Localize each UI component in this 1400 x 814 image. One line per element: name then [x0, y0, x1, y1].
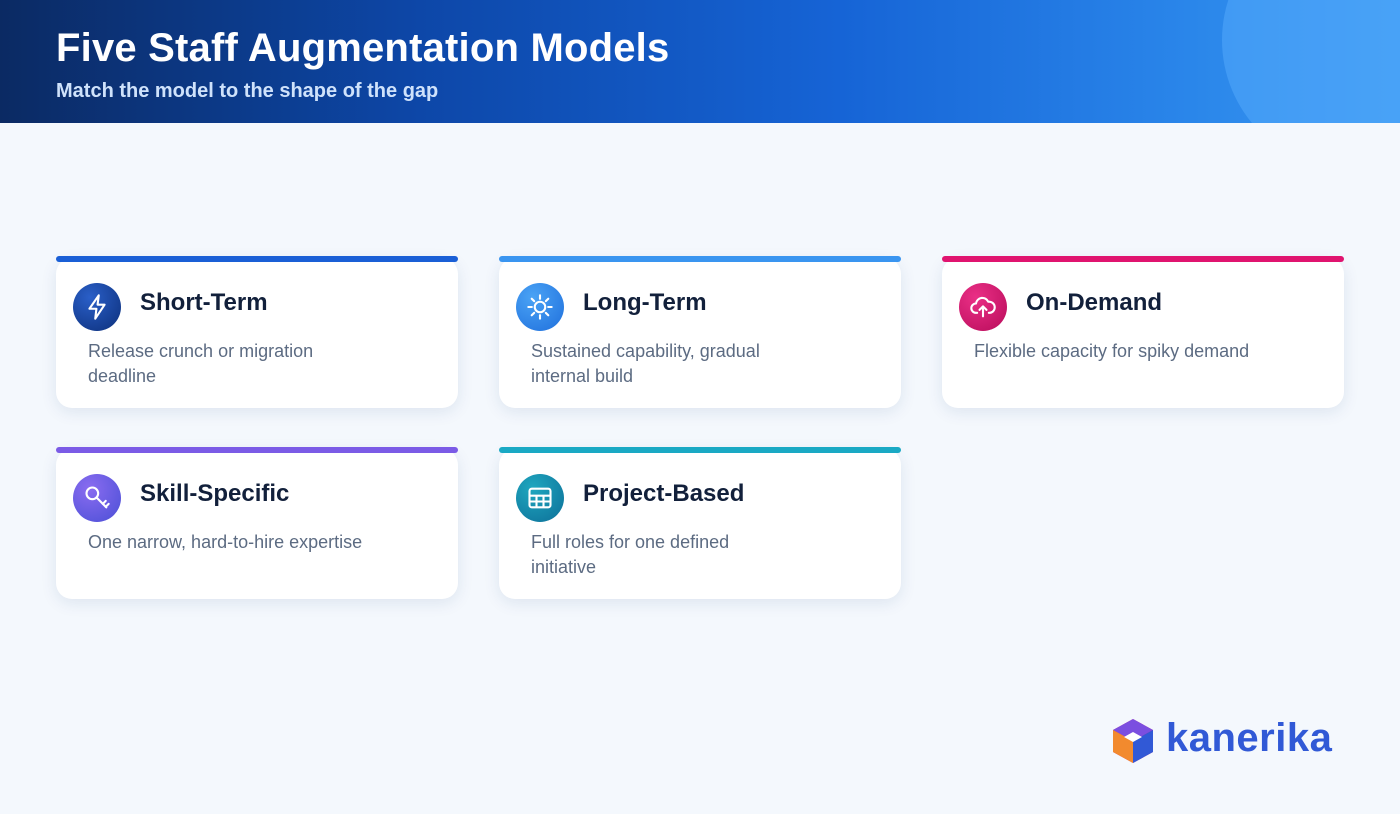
page-title: Five Staff Augmentation Models [56, 26, 670, 70]
model-card-short-term: Short-Term Release crunch or migration d… [56, 256, 458, 408]
cloud-upload-icon [959, 283, 1007, 331]
model-card-long-term: Long-Term Sustained capability, gradual … [499, 256, 901, 408]
card-title: Short-Term [140, 289, 268, 316]
kanerika-logo: kanerika [1108, 714, 1348, 768]
card-description: Sustained capability, gradual internal b… [531, 341, 760, 386]
card-accent-bar [56, 256, 458, 262]
card-title: On-Demand [1026, 289, 1163, 316]
key-icon [73, 474, 121, 522]
card-description: One narrow, hard-to-hire expertise [88, 532, 363, 552]
card-description: Flexible capacity for spiky demand [974, 341, 1250, 361]
header-banner: Five Staff Augmentation Models Match the… [0, 0, 1400, 123]
page-subtitle: Match the model to the shape of the gap [56, 80, 439, 102]
decorative-circle [1222, 0, 1400, 123]
card-accent-bar [56, 447, 458, 453]
lightning-icon [73, 283, 121, 331]
card-accent-bar [942, 256, 1344, 262]
card-accent-bar [499, 447, 901, 453]
card-title: Long-Term [583, 289, 707, 316]
card-description: Release crunch or migration deadline [88, 341, 314, 386]
logo-wordmark: kanerika [1166, 716, 1333, 760]
model-card-on-demand: On-Demand Flexible capacity for spiky de… [942, 256, 1344, 408]
model-card-skill-specific: Skill-Specific One narrow, hard-to-hire … [56, 447, 458, 599]
card-title: Project-Based [583, 480, 745, 507]
grid-icon [516, 474, 564, 522]
card-accent-bar [499, 256, 901, 262]
logo-cube-icon [1113, 719, 1153, 763]
card-description: Full roles for one defined initiative [531, 532, 730, 577]
model-card-project-based: Project-Based Full roles for one defined… [499, 447, 901, 599]
card-title: Skill-Specific [140, 480, 290, 507]
sun-icon [516, 283, 564, 331]
